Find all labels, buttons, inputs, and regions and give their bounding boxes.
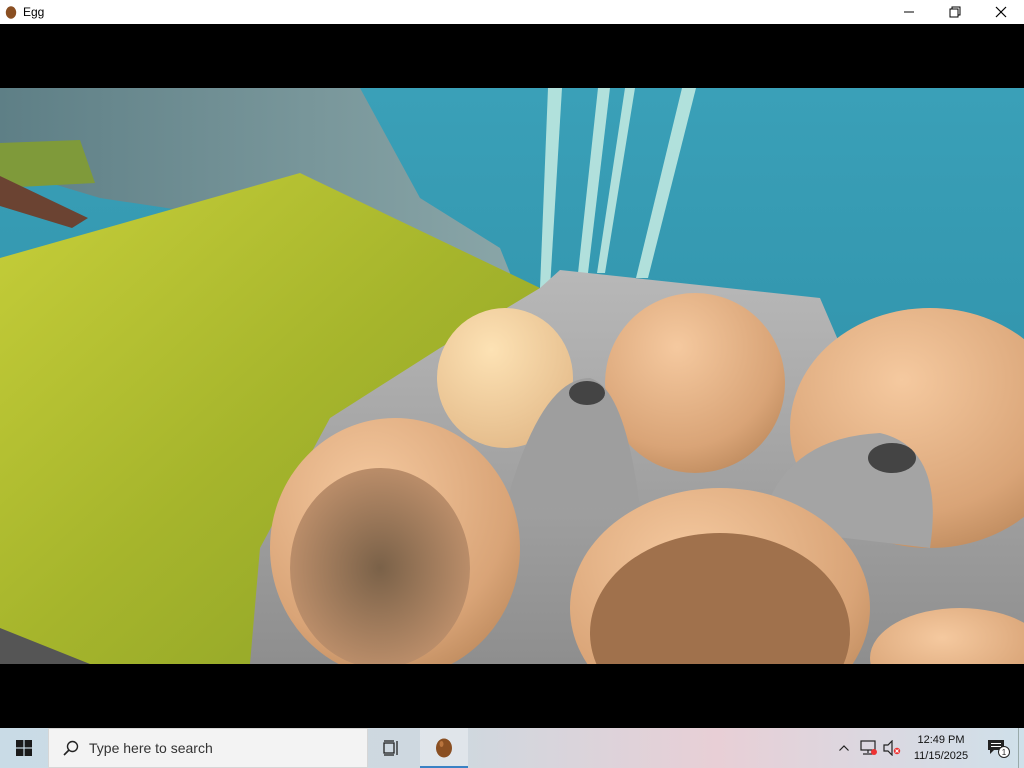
system-tray: 12:49 PM 11/15/2025 1	[832, 728, 1024, 768]
close-icon	[995, 6, 1007, 18]
egg-shell-interior	[290, 468, 470, 664]
chevron-up-icon	[839, 745, 849, 751]
egg-icon	[5, 6, 17, 19]
window-controls	[886, 0, 1024, 24]
search-icon	[63, 740, 79, 756]
carton-cone-hole	[569, 381, 605, 405]
volume-muted-icon	[883, 740, 901, 756]
egg-icon	[436, 738, 452, 758]
notification-icon: 1	[988, 740, 1010, 758]
game-canvas[interactable]	[0, 24, 1024, 728]
taskbar-search-box[interactable]: Type here to search	[48, 728, 368, 768]
tray-overflow-button[interactable]	[832, 728, 856, 768]
task-view-icon	[383, 740, 398, 756]
game-viewport[interactable]	[0, 88, 1024, 664]
volume-button[interactable]	[880, 728, 904, 768]
minimize-icon	[904, 11, 914, 13]
taskbar: Type here to search 12:49 PM 11/15/2025 …	[0, 728, 1024, 768]
distant-grass-ledge	[0, 140, 95, 188]
taskbar-app-egg[interactable]	[420, 728, 468, 768]
search-placeholder: Type here to search	[89, 740, 213, 756]
close-button[interactable]	[978, 0, 1024, 24]
game-scene	[0, 88, 1024, 664]
window-title: Egg	[23, 5, 45, 19]
start-button[interactable]	[0, 728, 48, 768]
egg	[605, 293, 785, 473]
clock[interactable]: 12:49 PM 11/15/2025	[904, 732, 978, 764]
network-icon	[860, 740, 877, 755]
windows-logo-icon	[16, 740, 32, 756]
restore-icon	[949, 6, 961, 18]
clock-date: 11/15/2025	[913, 750, 969, 762]
clock-time: 12:49 PM	[917, 734, 965, 746]
notification-count: 1	[1002, 748, 1007, 757]
notification-center-button[interactable]: 1	[978, 728, 1018, 768]
network-button[interactable]	[856, 728, 880, 768]
window-titlebar[interactable]: Egg	[0, 0, 1024, 24]
restore-button[interactable]	[932, 0, 978, 24]
show-desktop-button[interactable]	[1018, 728, 1024, 768]
minimize-button[interactable]	[886, 0, 932, 24]
carton-cone-hole	[868, 443, 916, 473]
task-view-button[interactable]	[368, 728, 416, 768]
